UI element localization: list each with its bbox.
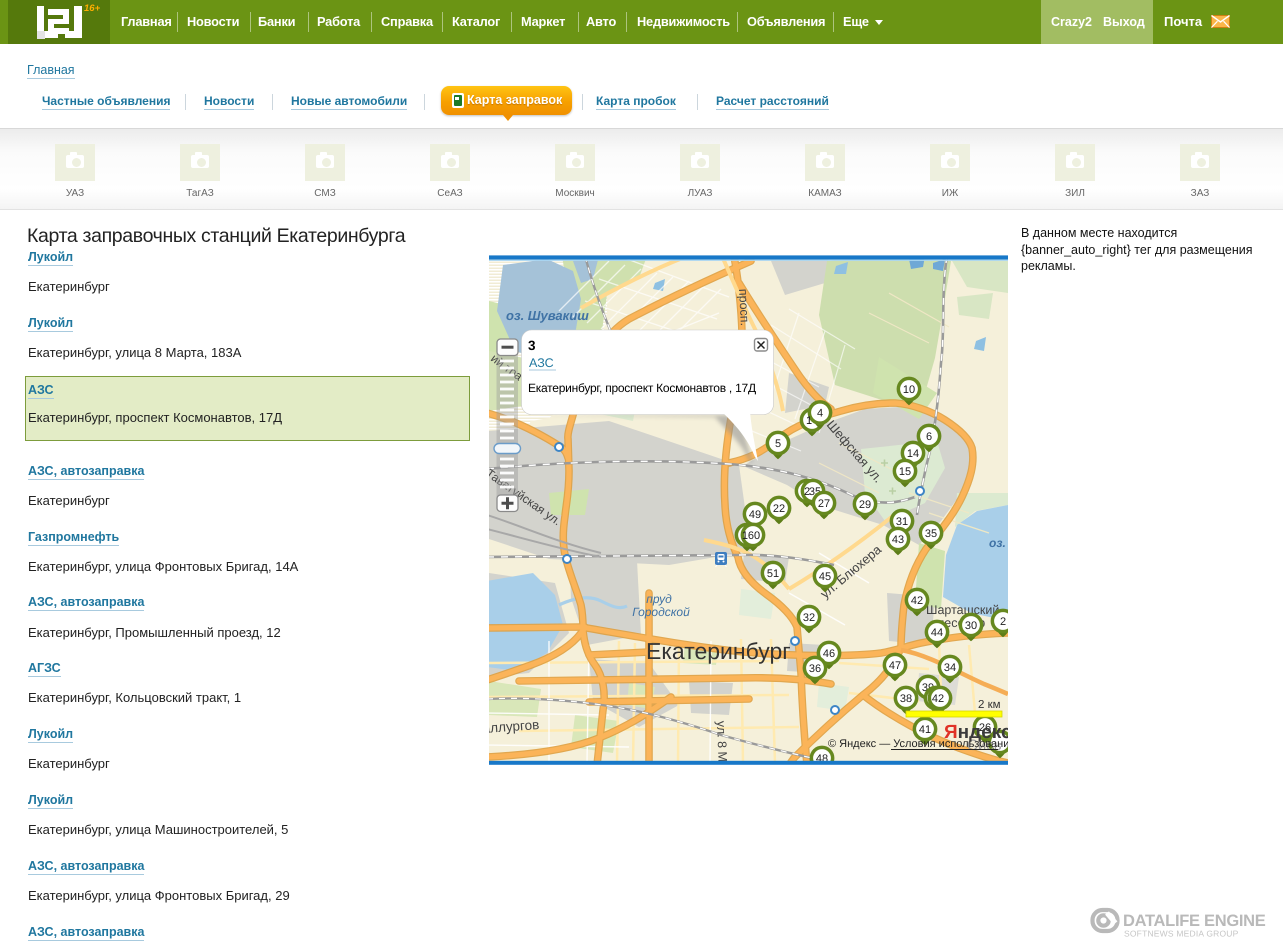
svg-text:АЗС: АЗС bbox=[529, 356, 554, 370]
svg-text:42: 42 bbox=[932, 693, 944, 705]
svg-text:пруд: пруд bbox=[646, 592, 672, 606]
svg-text:47: 47 bbox=[889, 660, 901, 672]
svg-text:4: 4 bbox=[817, 408, 823, 420]
svg-text:3: 3 bbox=[528, 338, 536, 353]
svg-text:44: 44 bbox=[931, 627, 943, 639]
svg-text:ул. 8 М: ул. 8 М bbox=[714, 721, 729, 763]
svg-text:Городской: Городской bbox=[632, 605, 690, 619]
svg-text:просп.: просп. bbox=[736, 288, 752, 326]
svg-text:15: 15 bbox=[899, 466, 911, 478]
svg-text:42: 42 bbox=[911, 595, 923, 607]
svg-text:35: 35 bbox=[925, 528, 937, 540]
svg-text:10: 10 bbox=[903, 384, 915, 396]
svg-text:32: 32 bbox=[803, 612, 815, 624]
svg-text:Екатеринбург, проспект Космона: Екатеринбург, проспект Космонавтов , 17Д bbox=[528, 381, 756, 395]
svg-text:29: 29 bbox=[859, 499, 871, 511]
svg-text:© Яндекс — Условия использован: © Яндекс — Условия использования bbox=[828, 738, 1008, 750]
svg-text:43: 43 bbox=[892, 534, 904, 546]
svg-text:2: 2 bbox=[1000, 616, 1006, 628]
svg-text:оз. Шувакиш: оз. Шувакиш bbox=[506, 308, 589, 323]
svg-text:22: 22 bbox=[773, 503, 785, 515]
svg-text:45: 45 bbox=[819, 571, 831, 583]
svg-text:Екатеринбург: Екатеринбург bbox=[646, 638, 791, 664]
svg-text:38: 38 bbox=[900, 693, 912, 705]
svg-text:5: 5 bbox=[775, 438, 781, 450]
svg-text:27: 27 bbox=[818, 498, 830, 510]
svg-text:30: 30 bbox=[965, 620, 977, 632]
svg-text:160: 160 bbox=[742, 530, 760, 542]
svg-text:36: 36 bbox=[809, 663, 821, 675]
svg-text:41: 41 bbox=[919, 724, 931, 736]
svg-text:SOFTNEWS MEDIA GROUP: SOFTNEWS MEDIA GROUP bbox=[1124, 929, 1239, 939]
svg-text:6: 6 bbox=[926, 431, 932, 443]
svg-text:46: 46 bbox=[823, 648, 835, 660]
svg-text:DATALIFE ENGINE: DATALIFE ENGINE bbox=[1123, 912, 1266, 930]
svg-text:Шарташский: Шарташский bbox=[926, 603, 999, 617]
svg-text:51: 51 bbox=[767, 568, 779, 580]
svg-text:2 км: 2 км bbox=[978, 699, 1001, 711]
svg-text:34: 34 bbox=[944, 662, 956, 674]
svg-text:49: 49 bbox=[749, 509, 761, 521]
svg-text:оз. Ш: оз. Ш bbox=[989, 536, 1008, 550]
svg-text:1: 1 bbox=[806, 415, 812, 427]
svg-text:31: 31 bbox=[896, 516, 908, 528]
svg-text:14: 14 bbox=[907, 448, 919, 460]
